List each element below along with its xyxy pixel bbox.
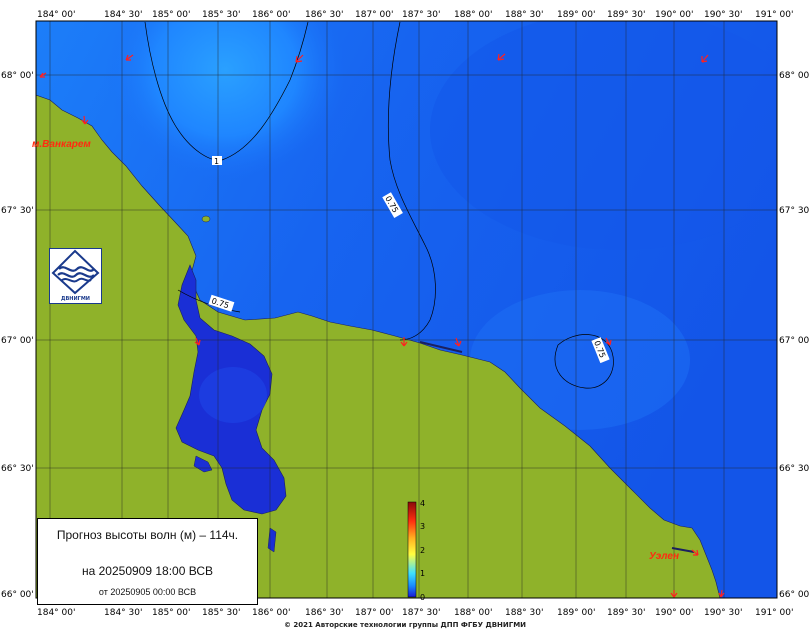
- svg-text:67° 00': 67° 00': [1, 336, 34, 346]
- lat-labels-left: 68° 00' 67° 30' 67° 00' 66° 30' 66° 00': [1, 71, 34, 600]
- svg-text:184° 00': 184° 00': [37, 10, 75, 20]
- scale-tick-0: 0: [420, 593, 425, 602]
- lon-labels-top: 184° 00' 184° 30' 185° 00' 185° 30' 186°…: [37, 10, 793, 20]
- forecast-info-box: Прогноз высоты волн (м) – 114ч. на 20250…: [37, 518, 258, 605]
- svg-text:189° 30': 189° 30': [607, 10, 645, 20]
- scale-tick-1: 1: [420, 569, 425, 578]
- svg-text:184° 30': 184° 30': [104, 608, 142, 618]
- svg-text:66° 30': 66° 30': [1, 464, 34, 474]
- contour-label-1: 1: [214, 157, 219, 166]
- svg-text:188° 30': 188° 30': [505, 10, 543, 20]
- svg-text:185° 00': 185° 00': [152, 10, 190, 20]
- scale-tick-3: 3: [420, 522, 425, 531]
- svg-text:67° 30': 67° 30': [1, 206, 34, 216]
- svg-text:67° 30': 67° 30': [779, 206, 810, 216]
- copyright-text: © 2021 Авторские технологии группы ДПП Ф…: [283, 621, 527, 629]
- svg-text:189° 00': 189° 00': [557, 608, 595, 618]
- svg-text:186° 00': 186° 00': [252, 10, 290, 20]
- lon-labels-bottom: 184° 00' 184° 30' 185° 00' 185° 30' 186°…: [37, 608, 793, 618]
- svg-text:188° 00': 188° 00': [454, 608, 492, 618]
- forecast-valid-time: на 20250909 18:00 ВСВ: [82, 564, 213, 578]
- svg-text:187° 00': 187° 00': [355, 608, 393, 618]
- svg-text:187° 30': 187° 30': [402, 10, 440, 20]
- place-label-vankarem: м.Ванкарем: [32, 139, 91, 150]
- svg-text:184° 30': 184° 30': [104, 10, 142, 20]
- svg-text:189° 30': 189° 30': [607, 608, 645, 618]
- svg-text:191° 00': 191° 00': [755, 608, 793, 618]
- lat-labels-right: 68° 00' 67° 30' 67° 00' 66° 30' 66° 00': [779, 71, 810, 600]
- svg-text:186° 00': 186° 00': [252, 608, 290, 618]
- svg-text:68° 00': 68° 00': [779, 71, 810, 81]
- svg-text:190° 00': 190° 00': [655, 608, 693, 618]
- svg-text:187° 30': 187° 30': [402, 608, 440, 618]
- svg-text:185° 00': 185° 00': [152, 608, 190, 618]
- wave-logo-icon: [51, 249, 100, 295]
- dvnigmi-logo: ДВНИГМИ: [49, 248, 102, 304]
- place-label-uelen: Уэлен: [649, 551, 679, 562]
- svg-text:66° 00': 66° 00': [1, 590, 34, 600]
- scale-tick-4: 4: [420, 499, 425, 508]
- svg-text:66° 00': 66° 00': [779, 590, 810, 600]
- svg-text:191° 00': 191° 00': [755, 10, 793, 20]
- svg-text:186° 30': 186° 30': [305, 10, 343, 20]
- svg-text:188° 00': 188° 00': [454, 10, 492, 20]
- forecast-title: Прогноз высоты волн (м) – 114ч.: [56, 528, 239, 542]
- svg-text:190° 00': 190° 00': [655, 10, 693, 20]
- svg-text:184° 00': 184° 00': [37, 608, 75, 618]
- logo-text: ДВНИГМИ: [61, 296, 90, 302]
- forecast-issued-time: от 20250905 00:00 ВСВ: [98, 587, 197, 597]
- sea-area: [36, 21, 777, 598]
- svg-text:188° 30': 188° 30': [505, 608, 543, 618]
- svg-text:68° 00': 68° 00': [1, 71, 34, 81]
- svg-text:186° 30': 186° 30': [305, 608, 343, 618]
- scale-tick-2: 2: [420, 546, 425, 555]
- svg-text:189° 00': 189° 00': [557, 10, 595, 20]
- svg-text:185° 30': 185° 30': [202, 608, 240, 618]
- svg-text:185° 30': 185° 30': [202, 10, 240, 20]
- svg-text:67° 00': 67° 00': [779, 336, 810, 346]
- svg-text:66° 30': 66° 30': [779, 464, 810, 474]
- svg-text:190° 30': 190° 30': [704, 10, 742, 20]
- svg-text:190° 30': 190° 30': [704, 608, 742, 618]
- svg-text:187° 00': 187° 00': [355, 10, 393, 20]
